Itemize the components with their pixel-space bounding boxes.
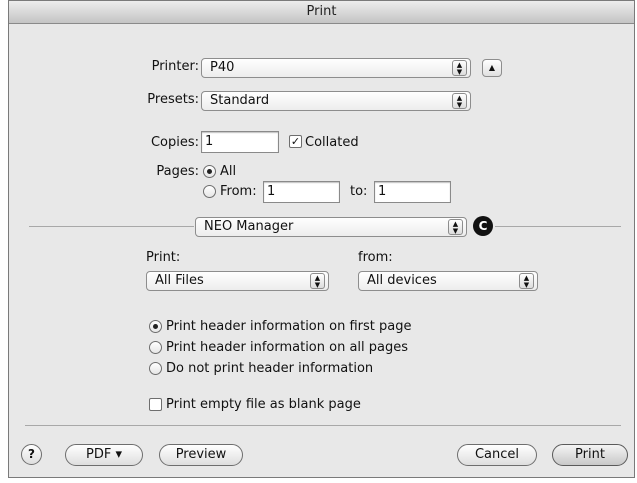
up-down-arrows-icon: ▲ ▼: [452, 93, 467, 109]
presets-popup[interactable]: Standard ▲ ▼: [201, 91, 471, 111]
separator-right: [495, 226, 621, 227]
panel-selector-value: NEO Manager: [204, 219, 294, 234]
print-files-popup[interactable]: All Files ▲ ▼: [146, 271, 329, 291]
pages-to-field[interactable]: 1: [374, 181, 451, 203]
panel-selector-popup[interactable]: NEO Manager ▲ ▼: [195, 217, 467, 237]
callout-marker: C: [473, 216, 493, 236]
up-down-arrows-icon: ▲ ▼: [310, 273, 325, 289]
printer-value: P40: [210, 60, 235, 75]
from-devices-value: All devices: [367, 273, 437, 288]
header-option-label-1: Print header information on first page: [166, 319, 412, 334]
pages-to-label: to:: [350, 184, 368, 199]
checkmark-icon: ✓: [290, 135, 301, 148]
disclosure-triangle-icon: ▲: [488, 63, 496, 72]
printer-popup[interactable]: P40 ▲ ▼: [201, 58, 471, 78]
pages-all-radio[interactable]: [203, 165, 216, 178]
header-option-label-2: Print header information on all pages: [166, 340, 409, 355]
header-option-radio-1[interactable]: [149, 320, 162, 333]
presets-label: Presets:: [147, 92, 199, 107]
header-option-radio-2[interactable]: [149, 341, 162, 354]
from-devices-popup[interactable]: All devices ▲ ▼: [358, 271, 538, 291]
footer-separator: [25, 425, 621, 426]
printer-label: Printer:: [151, 59, 199, 74]
collated-label: Collated: [305, 135, 359, 150]
empty-file-checkbox[interactable]: [149, 398, 162, 411]
pages-from-field[interactable]: 1: [263, 181, 340, 203]
print-files-label: Print:: [146, 250, 181, 265]
disclosure-button[interactable]: ▲: [482, 59, 502, 77]
empty-file-label: Print empty file as blank page: [166, 397, 361, 412]
cancel-button[interactable]: Cancel: [457, 444, 537, 466]
presets-value: Standard: [210, 93, 270, 108]
collated-checkbox[interactable]: ✓: [289, 135, 302, 148]
header-option-label-3: Do not print header information: [166, 361, 374, 376]
pdf-menu-button[interactable]: PDF ▾: [65, 444, 143, 466]
pages-all-label: All: [220, 164, 237, 179]
from-devices-label: from:: [358, 250, 393, 265]
pages-from-radio[interactable]: [203, 185, 216, 198]
preview-button[interactable]: Preview: [159, 444, 243, 466]
up-down-arrows-icon: ▲ ▼: [448, 219, 463, 235]
up-down-arrows-icon: ▲ ▼: [519, 273, 534, 289]
separator-left: [29, 226, 194, 227]
print-button[interactable]: Print: [552, 444, 628, 466]
up-down-arrows-icon: ▲ ▼: [452, 60, 467, 76]
print-files-value: All Files: [155, 273, 204, 288]
pages-from-label: From:: [220, 184, 257, 199]
print-dialog: Print Printer: P40 ▲ ▼ ▲ Presets: Standar…: [8, 0, 635, 478]
header-option-radio-3[interactable]: [149, 362, 162, 375]
copies-label: Copies:: [150, 135, 199, 150]
help-button[interactable]: ?: [21, 444, 42, 465]
window-title: Print: [9, 1, 634, 24]
copies-field[interactable]: 1: [201, 131, 279, 153]
pages-label: Pages:: [156, 164, 199, 179]
